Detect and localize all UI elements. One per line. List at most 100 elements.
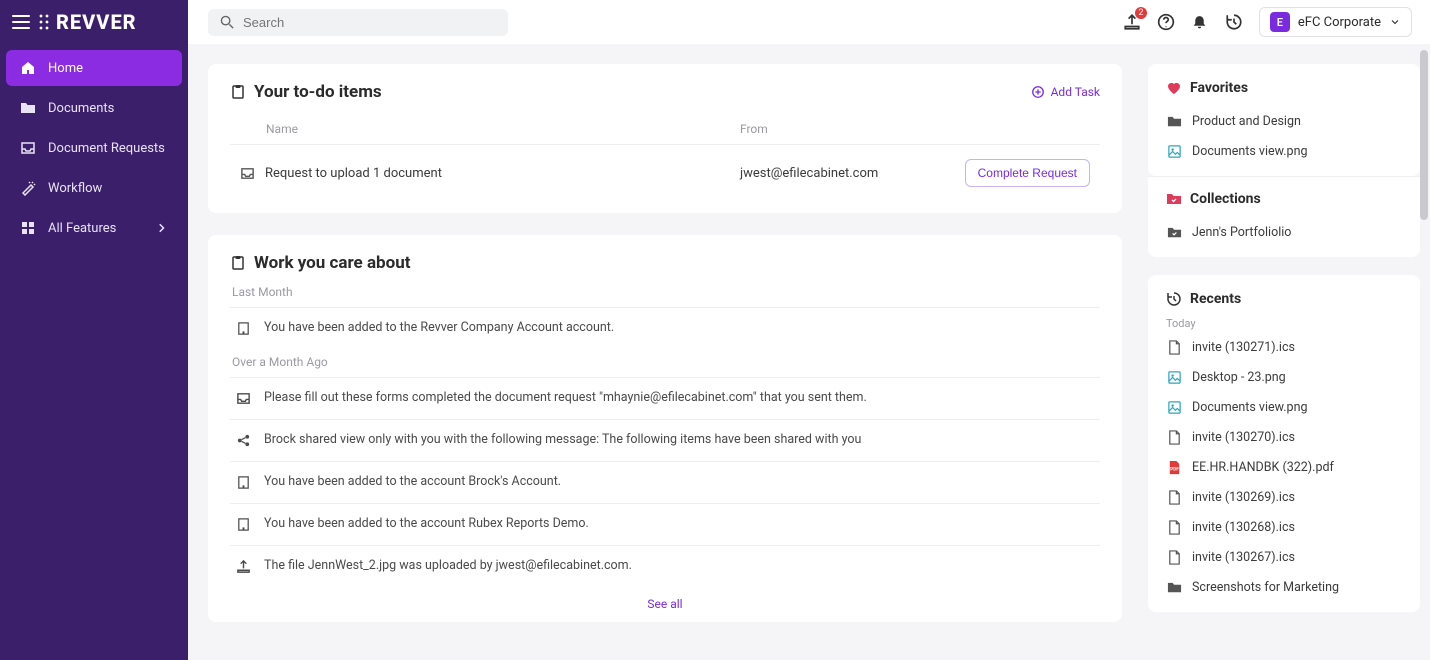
side-item-label: Screenshots for Marketing xyxy=(1192,580,1339,595)
account-label: eFC Corporate xyxy=(1298,15,1381,30)
scrollbar-thumb[interactable] xyxy=(1420,50,1428,220)
side-item[interactable]: invite (130268).ics xyxy=(1166,512,1402,542)
activity-row[interactable]: Please fill out these forms completed th… xyxy=(230,377,1100,419)
activity-text: You have been added to the account Rubex… xyxy=(264,516,589,531)
nav-label: Workflow xyxy=(48,181,102,196)
collections-title: Collections xyxy=(1190,191,1261,207)
nav-documents[interactable]: Documents xyxy=(6,90,182,126)
folder-icon xyxy=(1166,579,1182,595)
file-icon xyxy=(1166,549,1182,565)
col-name-header: Name xyxy=(240,122,740,136)
sidebar: REVVER Home Documents Document Requests … xyxy=(0,0,188,660)
side-item[interactable]: invite (130271).ics xyxy=(1166,332,1402,362)
nav-label: Documents xyxy=(48,101,114,116)
activity-row[interactable]: You have been added to the account Rubex… xyxy=(230,503,1100,545)
side-item-label: invite (130270).ics xyxy=(1192,430,1295,445)
group-label: Over a Month Ago xyxy=(232,355,1100,369)
activity-row[interactable]: You have been added to the Revver Compan… xyxy=(230,307,1100,349)
side-item[interactable]: Documents view.png xyxy=(1166,392,1402,422)
collection-folder-icon xyxy=(1166,224,1182,240)
building-icon xyxy=(236,517,252,533)
side-item[interactable]: Product and Design xyxy=(1166,106,1402,136)
inbox-icon xyxy=(236,391,252,407)
upload-button[interactable]: 2 xyxy=(1123,13,1141,31)
todo-row[interactable]: Request to upload 1 document jwest@efile… xyxy=(230,144,1100,201)
recents-title: Recents xyxy=(1190,291,1241,307)
menu-toggle[interactable] xyxy=(12,15,30,29)
notifications-button[interactable] xyxy=(1191,13,1209,31)
search-input[interactable] xyxy=(243,15,496,30)
side-item[interactable]: Jenn's Portfoliolio xyxy=(1166,217,1402,247)
activity-text: The file JennWest_2.jpg was uploaded by … xyxy=(264,558,632,573)
nav-document-requests[interactable]: Document Requests xyxy=(6,130,182,166)
work-title: Work you care about xyxy=(254,253,410,273)
side-item-label: Jenn's Portfoliolio xyxy=(1192,225,1291,240)
search-box[interactable] xyxy=(208,9,508,36)
side-item[interactable]: invite (130269).ics xyxy=(1166,482,1402,512)
side-item-label: Desktop - 23.png xyxy=(1192,370,1286,385)
todo-from: jwest@efilecabinet.com xyxy=(740,166,950,181)
col-from-header: From xyxy=(740,122,950,136)
side-item-label: Documents view.png xyxy=(1192,400,1308,415)
side-item-label: Product and Design xyxy=(1192,114,1301,129)
clipboard-icon xyxy=(230,84,246,100)
side-item-label: invite (130267).ics xyxy=(1192,550,1295,565)
activity-text: You have been added to the account Brock… xyxy=(264,474,561,489)
inbox-icon xyxy=(240,166,255,181)
activity-row[interactable]: You have been added to the account Brock… xyxy=(230,461,1100,503)
side-item[interactable]: Screenshots for Marketing xyxy=(1166,572,1402,602)
add-task-button[interactable]: Add Task xyxy=(1031,85,1100,99)
heart-icon xyxy=(1166,80,1182,96)
image-icon xyxy=(1166,143,1182,159)
side-item-label: invite (130268).ics xyxy=(1192,520,1295,535)
work-card: Work you care about Last MonthYou have b… xyxy=(208,235,1122,622)
nav-label: Home xyxy=(48,61,83,76)
history-button[interactable] xyxy=(1225,13,1243,31)
building-icon xyxy=(236,475,252,491)
nav-workflow[interactable]: Workflow xyxy=(6,170,182,206)
see-all-link[interactable]: See all xyxy=(647,597,682,611)
activity-text: Please fill out these forms completed th… xyxy=(264,390,867,405)
upload-icon xyxy=(236,559,252,575)
todo-title: Your to-do items xyxy=(254,82,382,102)
folder-icon xyxy=(1166,113,1182,129)
image-icon xyxy=(1166,369,1182,385)
recents-card: Recents Today invite (130271).ics Desktop… xyxy=(1148,275,1420,612)
side-item[interactable]: EE.HR.HANDBK (322).pdf xyxy=(1166,452,1402,482)
logo-mark xyxy=(38,13,54,31)
activity-text: Brock shared view only with you with the… xyxy=(264,432,861,447)
todo-card: Your to-do items Add Task Name From xyxy=(208,64,1122,213)
account-switcher[interactable]: E eFC Corporate xyxy=(1259,7,1412,37)
home-icon xyxy=(20,60,36,76)
topbar: 2 E eFC Corporate xyxy=(188,0,1430,44)
help-button[interactable] xyxy=(1157,13,1175,31)
nav-label: All Features xyxy=(48,221,116,236)
recents-sub: Today xyxy=(1166,317,1402,330)
scrollbar-track[interactable] xyxy=(1420,50,1428,654)
file-icon xyxy=(1166,339,1182,355)
side-item[interactable]: Documents view.png xyxy=(1166,136,1402,166)
file-icon xyxy=(1166,519,1182,535)
brand-logo: REVVER xyxy=(38,10,137,34)
collection-folder-icon xyxy=(1166,191,1182,207)
chevron-right-icon xyxy=(156,222,168,234)
pdf-icon xyxy=(1166,459,1182,475)
nav-all-features[interactable]: All Features xyxy=(6,210,182,246)
side-item-label: EE.HR.HANDBK (322).pdf xyxy=(1192,460,1334,475)
caret-down-icon xyxy=(1389,16,1401,28)
grid-icon xyxy=(20,220,36,236)
inbox-icon xyxy=(20,140,36,156)
nav-label: Document Requests xyxy=(48,141,165,156)
side-item[interactable]: Desktop - 23.png xyxy=(1166,362,1402,392)
folder-icon xyxy=(20,100,36,116)
nav-home[interactable]: Home xyxy=(6,50,182,86)
main: 2 E eFC Corporate Your to-do items xyxy=(188,0,1430,660)
building-icon xyxy=(236,321,252,337)
side-item[interactable]: invite (130270).ics xyxy=(1166,422,1402,452)
activity-row[interactable]: The file JennWest_2.jpg was uploaded by … xyxy=(230,545,1100,587)
side-item-label: Documents view.png xyxy=(1192,144,1308,159)
side-item[interactable]: invite (130267).ics xyxy=(1166,542,1402,572)
activity-row[interactable]: Brock shared view only with you with the… xyxy=(230,419,1100,461)
complete-request-button[interactable]: Complete Request xyxy=(965,159,1090,187)
file-icon xyxy=(1166,429,1182,445)
